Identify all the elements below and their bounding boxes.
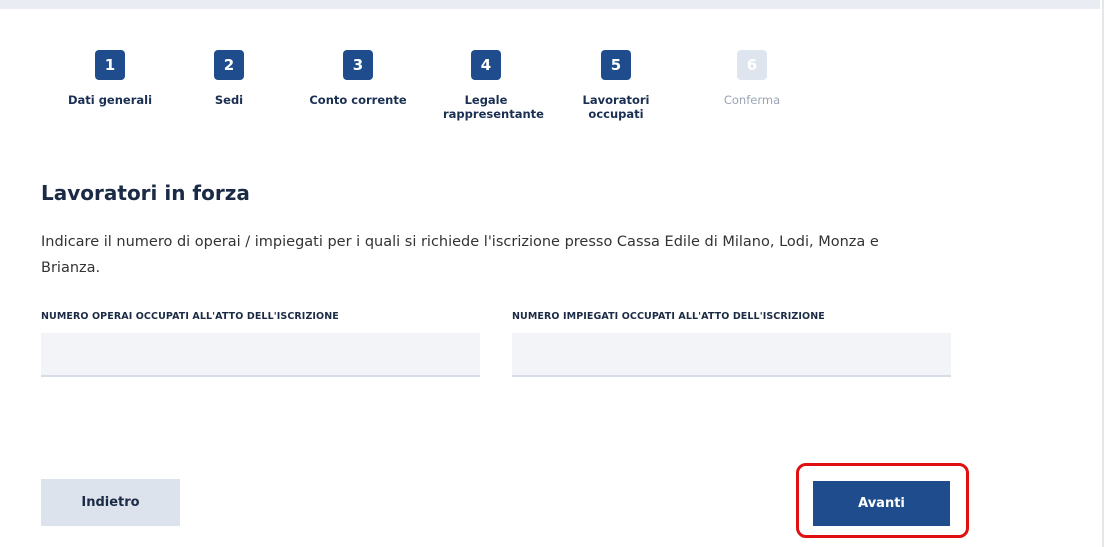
step-label: Dati generali: [67, 93, 153, 107]
operai-input[interactable]: [41, 333, 480, 377]
step-label: Legale rappresentante: [443, 93, 544, 121]
step-legale-rappresentante[interactable]: 4 Legale rappresentante: [431, 50, 544, 121]
step-conto-corrente[interactable]: 3 Conto corrente: [303, 50, 413, 107]
section-title: Lavoratori in forza: [41, 181, 250, 205]
back-button[interactable]: Indietro: [41, 479, 180, 526]
step-number: 5: [601, 50, 631, 80]
step-number: 1: [95, 50, 125, 80]
operai-field-label: NUMERO OPERAI OCCUPATI ALL'ATTO DELL'ISC…: [41, 311, 339, 322]
stepper: 1 Dati generali 2 Sedi 3 Conto corrente …: [0, 0, 1111, 160]
step-sedi[interactable]: 2 Sedi: [174, 50, 284, 107]
step-number: 6: [737, 50, 767, 80]
step-dati-generali[interactable]: 1 Dati generali: [55, 50, 165, 107]
section-description: Indicare il numero di operai / impiegati…: [41, 234, 879, 276]
step-label: Lavoratori occupati: [582, 93, 650, 121]
step-label: Conto corrente: [309, 93, 407, 107]
step-label: Conferma: [723, 93, 781, 107]
step-lavoratori-occupati[interactable]: 5 Lavoratori occupati: [561, 50, 671, 121]
next-button[interactable]: Avanti: [813, 481, 950, 526]
step-number: 3: [343, 50, 373, 80]
impiegati-input[interactable]: [512, 333, 951, 377]
step-label: Sedi: [214, 93, 244, 107]
step-number: 2: [214, 50, 244, 80]
step-conferma: 6 Conferma: [697, 50, 807, 107]
step-number: 4: [471, 50, 501, 80]
impiegati-field-label: NUMERO IMPIEGATI OCCUPATI ALL'ATTO DELL'…: [512, 311, 825, 322]
